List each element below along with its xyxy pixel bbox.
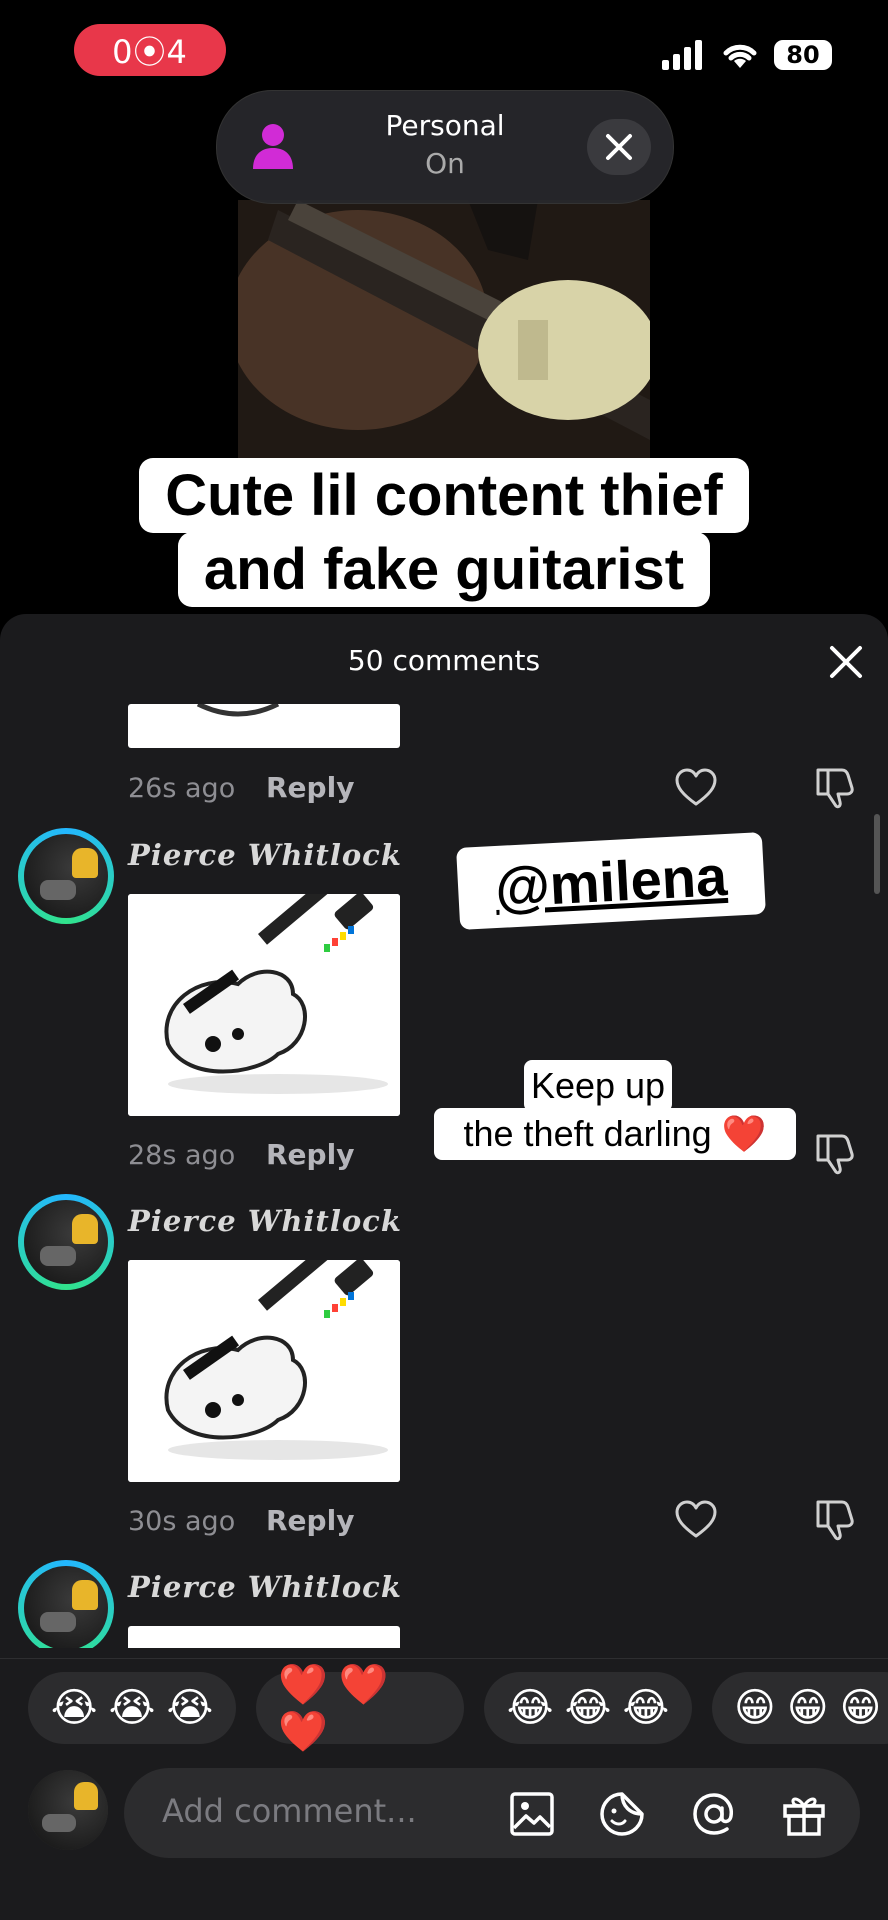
- comment-image[interactable]: [128, 1260, 400, 1482]
- scrollbar[interactable]: [874, 814, 880, 894]
- guitar-controller-image: [128, 1260, 400, 1482]
- comment-username[interactable]: Pierce Whitlock: [128, 1570, 402, 1604]
- dislike-icon[interactable]: [812, 1132, 856, 1176]
- message-sticker-line-2: the theft darling ❤️: [434, 1108, 796, 1160]
- comment-time: 26s ago: [128, 773, 236, 804]
- cellular-signal-icon: [662, 40, 702, 70]
- guitar-video-image: [238, 200, 650, 460]
- caption-line-1: Cute lil content thief: [0, 458, 888, 533]
- mention-sticker[interactable]: @milena: [456, 832, 766, 930]
- caption-line-2: and fake guitarist: [0, 532, 888, 607]
- status-icons: 80: [662, 40, 832, 70]
- recording-time: 0⦿4: [112, 33, 188, 71]
- heart-icon[interactable]: [674, 1498, 718, 1542]
- close-icon: [606, 134, 632, 160]
- comment-image[interactable]: [128, 1626, 400, 1648]
- guitar-controller-image: [196, 704, 280, 717]
- wifi-icon: [723, 44, 757, 68]
- avatar-image: [24, 834, 108, 918]
- my-avatar[interactable]: [28, 1770, 108, 1850]
- video-frame[interactable]: [238, 200, 650, 460]
- emoji-group-heart[interactable]: ❤️ ❤️ ❤️: [256, 1663, 464, 1754]
- comment-time: 30s ago: [128, 1506, 236, 1537]
- battery-level: 80: [786, 41, 820, 69]
- focus-close-button[interactable]: [587, 119, 651, 175]
- gift-icon[interactable]: [780, 1790, 828, 1838]
- heart-icon[interactable]: [674, 766, 718, 810]
- emoji-group-crying[interactable]: 😭 😭 😭: [28, 1672, 236, 1744]
- comment-username[interactable]: Pierce Whitlock: [128, 1204, 402, 1238]
- dislike-icon[interactable]: [812, 766, 856, 810]
- comment-time: 28s ago: [128, 1140, 236, 1171]
- avatar[interactable]: [18, 1194, 114, 1290]
- reply-button[interactable]: Reply: [266, 1138, 354, 1171]
- reply-button[interactable]: Reply: [266, 1504, 354, 1537]
- message-sticker-line-1: Keep up: [524, 1060, 672, 1112]
- comment-input[interactable]: Add comment...: [124, 1768, 860, 1858]
- dislike-icon[interactable]: [812, 1498, 856, 1542]
- comment-image[interactable]: [128, 704, 400, 748]
- avatar-image: [28, 1770, 108, 1850]
- image-icon[interactable]: [508, 1790, 556, 1838]
- avatar-image: [24, 1200, 108, 1284]
- comment-placeholder: Add comment...: [162, 1792, 417, 1830]
- mention-icon[interactable]: [690, 1790, 738, 1838]
- guitar-controller-image: [128, 894, 400, 1116]
- avatar[interactable]: [18, 1560, 114, 1648]
- comment-partial: Pierce Whitlock: [0, 1560, 888, 1648]
- recording-indicator[interactable]: 0⦿4: [74, 24, 226, 76]
- emoji-group-grinning[interactable]: 😁 😁 😁: [712, 1672, 888, 1744]
- battery-indicator: 80: [774, 40, 832, 70]
- sticker-icon[interactable]: [598, 1790, 646, 1838]
- emoji-group-laughing[interactable]: 😂 😂 😂: [484, 1672, 692, 1744]
- avatar[interactable]: [18, 828, 114, 924]
- reply-button[interactable]: Reply: [266, 771, 354, 804]
- avatar-image: [24, 1566, 108, 1648]
- focus-mode-banner[interactable]: Personal On: [216, 90, 674, 204]
- close-comments-icon[interactable]: [826, 642, 866, 682]
- comment-username[interactable]: Pierce Whitlock: [128, 838, 402, 872]
- comments-count-title: 50 comments: [347, 644, 541, 677]
- comment-image[interactable]: [128, 894, 400, 1116]
- mention-text: @milena: [493, 843, 729, 919]
